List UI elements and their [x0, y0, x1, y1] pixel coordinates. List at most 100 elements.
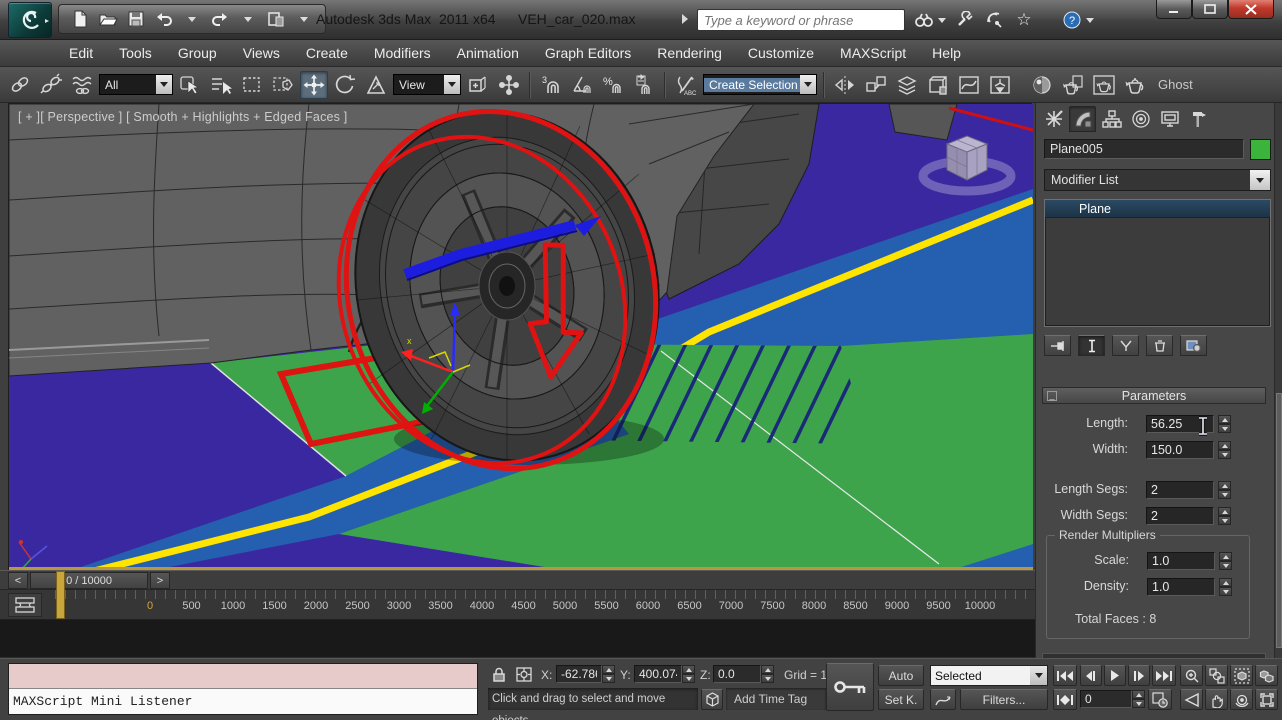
save-button[interactable] [125, 8, 147, 30]
graphite-ribbon-toggle-icon[interactable] [924, 71, 952, 99]
key-mode-toggle-button[interactable] [1053, 689, 1077, 710]
menu-item-modifiers[interactable]: Modifiers [361, 41, 444, 65]
rectangular-selection-region-icon[interactable] [238, 71, 266, 99]
selection-lock-icon[interactable] [491, 666, 507, 683]
select-and-manipulate-icon[interactable] [495, 71, 523, 99]
density-spinner[interactable] [1219, 578, 1232, 596]
pan-hand-icon[interactable] [1205, 689, 1228, 710]
x-coord-spinner[interactable] [602, 665, 615, 683]
stack-item-plane[interactable]: Plane [1045, 200, 1270, 218]
time-slider-track[interactable]: < 0 / 10000 > [0, 570, 1035, 590]
length-segs-field[interactable] [1146, 481, 1214, 499]
add-time-tag-button[interactable]: Add Time Tag [726, 688, 826, 710]
modifier-list-dropdown[interactable]: Modifier List [1044, 169, 1271, 191]
snap-toggle-3d-icon[interactable]: 3 [537, 71, 565, 99]
remove-modifier-button[interactable] [1146, 335, 1173, 356]
menu-item-create[interactable]: Create [293, 41, 361, 65]
y-coord-field[interactable] [634, 665, 682, 683]
current-frame-field[interactable] [1080, 690, 1132, 708]
menu-item-graph-editors[interactable]: Graph Editors [532, 41, 644, 65]
modifier-stack-list[interactable]: Plane [1044, 199, 1271, 327]
select-and-rotate-icon[interactable] [331, 71, 359, 99]
length-spinner[interactable] [1218, 415, 1231, 433]
z-coord-spinner[interactable] [761, 665, 774, 683]
field-of-view-icon[interactable] [1180, 689, 1203, 710]
maximize-button[interactable] [1192, 0, 1228, 19]
tab-display-icon[interactable] [1156, 106, 1183, 132]
favorites-star-icon[interactable]: ☆ [1012, 8, 1036, 32]
rendered-frame-window-icon[interactable] [1090, 71, 1118, 99]
make-unique-button[interactable] [1112, 335, 1139, 356]
redo-button[interactable] [209, 8, 231, 30]
select-object-icon[interactable] [176, 71, 204, 99]
render-production-icon[interactable] [1121, 71, 1149, 99]
play-button[interactable] [1104, 665, 1126, 686]
minimize-button[interactable] [1156, 0, 1192, 19]
next-frame-button[interactable] [1128, 665, 1150, 686]
workspace-dropdown-arrow[interactable] [293, 8, 315, 30]
communication-center-icon[interactable] [982, 8, 1006, 32]
reference-coordinate-dropdown[interactable]: View [393, 74, 461, 95]
menu-item-maxscript[interactable]: MAXScript [827, 41, 919, 65]
dropdown-arrow-icon[interactable] [1250, 170, 1270, 190]
previous-frame-button[interactable] [1080, 665, 1102, 686]
select-and-move-icon[interactable] [300, 71, 328, 99]
zoom-all-icon[interactable] [1205, 665, 1228, 686]
pin-stack-button[interactable] [1044, 335, 1071, 356]
rollout-header[interactable]: Parameters _ [1042, 387, 1266, 404]
layer-manager-icon[interactable] [893, 71, 921, 99]
listener-script-row[interactable]: MAXScript Mini Listener [9, 689, 477, 714]
menu-item-rendering[interactable]: Rendering [644, 41, 735, 65]
object-color-swatch[interactable] [1250, 139, 1271, 160]
menu-item-customize[interactable]: Customize [735, 41, 827, 65]
spinner-snap-toggle-icon[interactable] [630, 71, 658, 99]
open-file-button[interactable] [97, 8, 119, 30]
zoom-icon[interactable] [1180, 665, 1203, 686]
viewport[interactable]: x [8, 103, 1032, 570]
configure-modifier-sets-button[interactable] [1180, 335, 1207, 356]
menu-item-views[interactable]: Views [230, 41, 293, 65]
width-field[interactable] [1146, 441, 1214, 459]
listener-macro-row[interactable] [9, 664, 477, 689]
undo-dropdown-arrow[interactable] [181, 8, 203, 30]
curve-editor-icon[interactable] [955, 71, 983, 99]
mirror-icon[interactable] [831, 71, 859, 99]
maximize-viewport-toggle-icon[interactable] [1255, 689, 1278, 710]
undo-button[interactable] [153, 8, 175, 30]
time-configuration-button[interactable] [1148, 689, 1172, 710]
help-icon[interactable]: ? [1060, 8, 1084, 32]
time-slider-marker[interactable] [56, 571, 65, 619]
z-coord-field[interactable] [713, 665, 761, 683]
render-setup-icon[interactable] [1059, 71, 1087, 99]
width-segs-field[interactable] [1146, 507, 1214, 525]
set-key-button[interactable]: Set K. [878, 689, 924, 710]
zoom-extents-all-icon[interactable] [1255, 665, 1278, 686]
length-segs-spinner[interactable] [1218, 481, 1231, 499]
tab-hierarchy-icon[interactable] [1098, 106, 1125, 132]
auto-key-button[interactable]: Auto [878, 665, 924, 686]
set-key-mode-button[interactable] [826, 663, 874, 711]
search-binoculars-icon[interactable] [912, 8, 936, 32]
app-logo-button[interactable] [8, 2, 52, 38]
isolate-selection-icon[interactable] [701, 689, 723, 710]
infocenter-arrow-icon[interactable] [681, 13, 689, 25]
new-file-button[interactable] [69, 8, 91, 30]
scale-field[interactable] [1147, 552, 1215, 570]
absolute-offset-toggle-icon[interactable] [515, 666, 533, 683]
go-to-end-button[interactable] [1152, 665, 1176, 686]
material-editor-icon[interactable] [1028, 71, 1056, 99]
window-crossing-toggle-icon[interactable] [269, 71, 297, 99]
zoom-extents-icon[interactable] [1230, 665, 1253, 686]
percent-snap-toggle-icon[interactable]: % [599, 71, 627, 99]
density-field[interactable] [1147, 578, 1215, 596]
panel-scrollbar-thumb[interactable] [1276, 393, 1282, 648]
menu-item-tools[interactable]: Tools [106, 41, 165, 65]
panel-scrollbar[interactable] [1274, 103, 1282, 660]
key-filters-button[interactable]: Filters... [960, 689, 1048, 710]
orbit-icon[interactable] [1230, 689, 1253, 710]
maxscript-mini-listener[interactable]: MAXScript Mini Listener [8, 663, 478, 715]
show-end-result-button[interactable] [1078, 335, 1105, 356]
help-dropdown-arrow[interactable] [1084, 8, 1096, 32]
selection-filter-dropdown[interactable]: All [99, 74, 173, 95]
redo-dropdown-arrow[interactable] [237, 8, 259, 30]
